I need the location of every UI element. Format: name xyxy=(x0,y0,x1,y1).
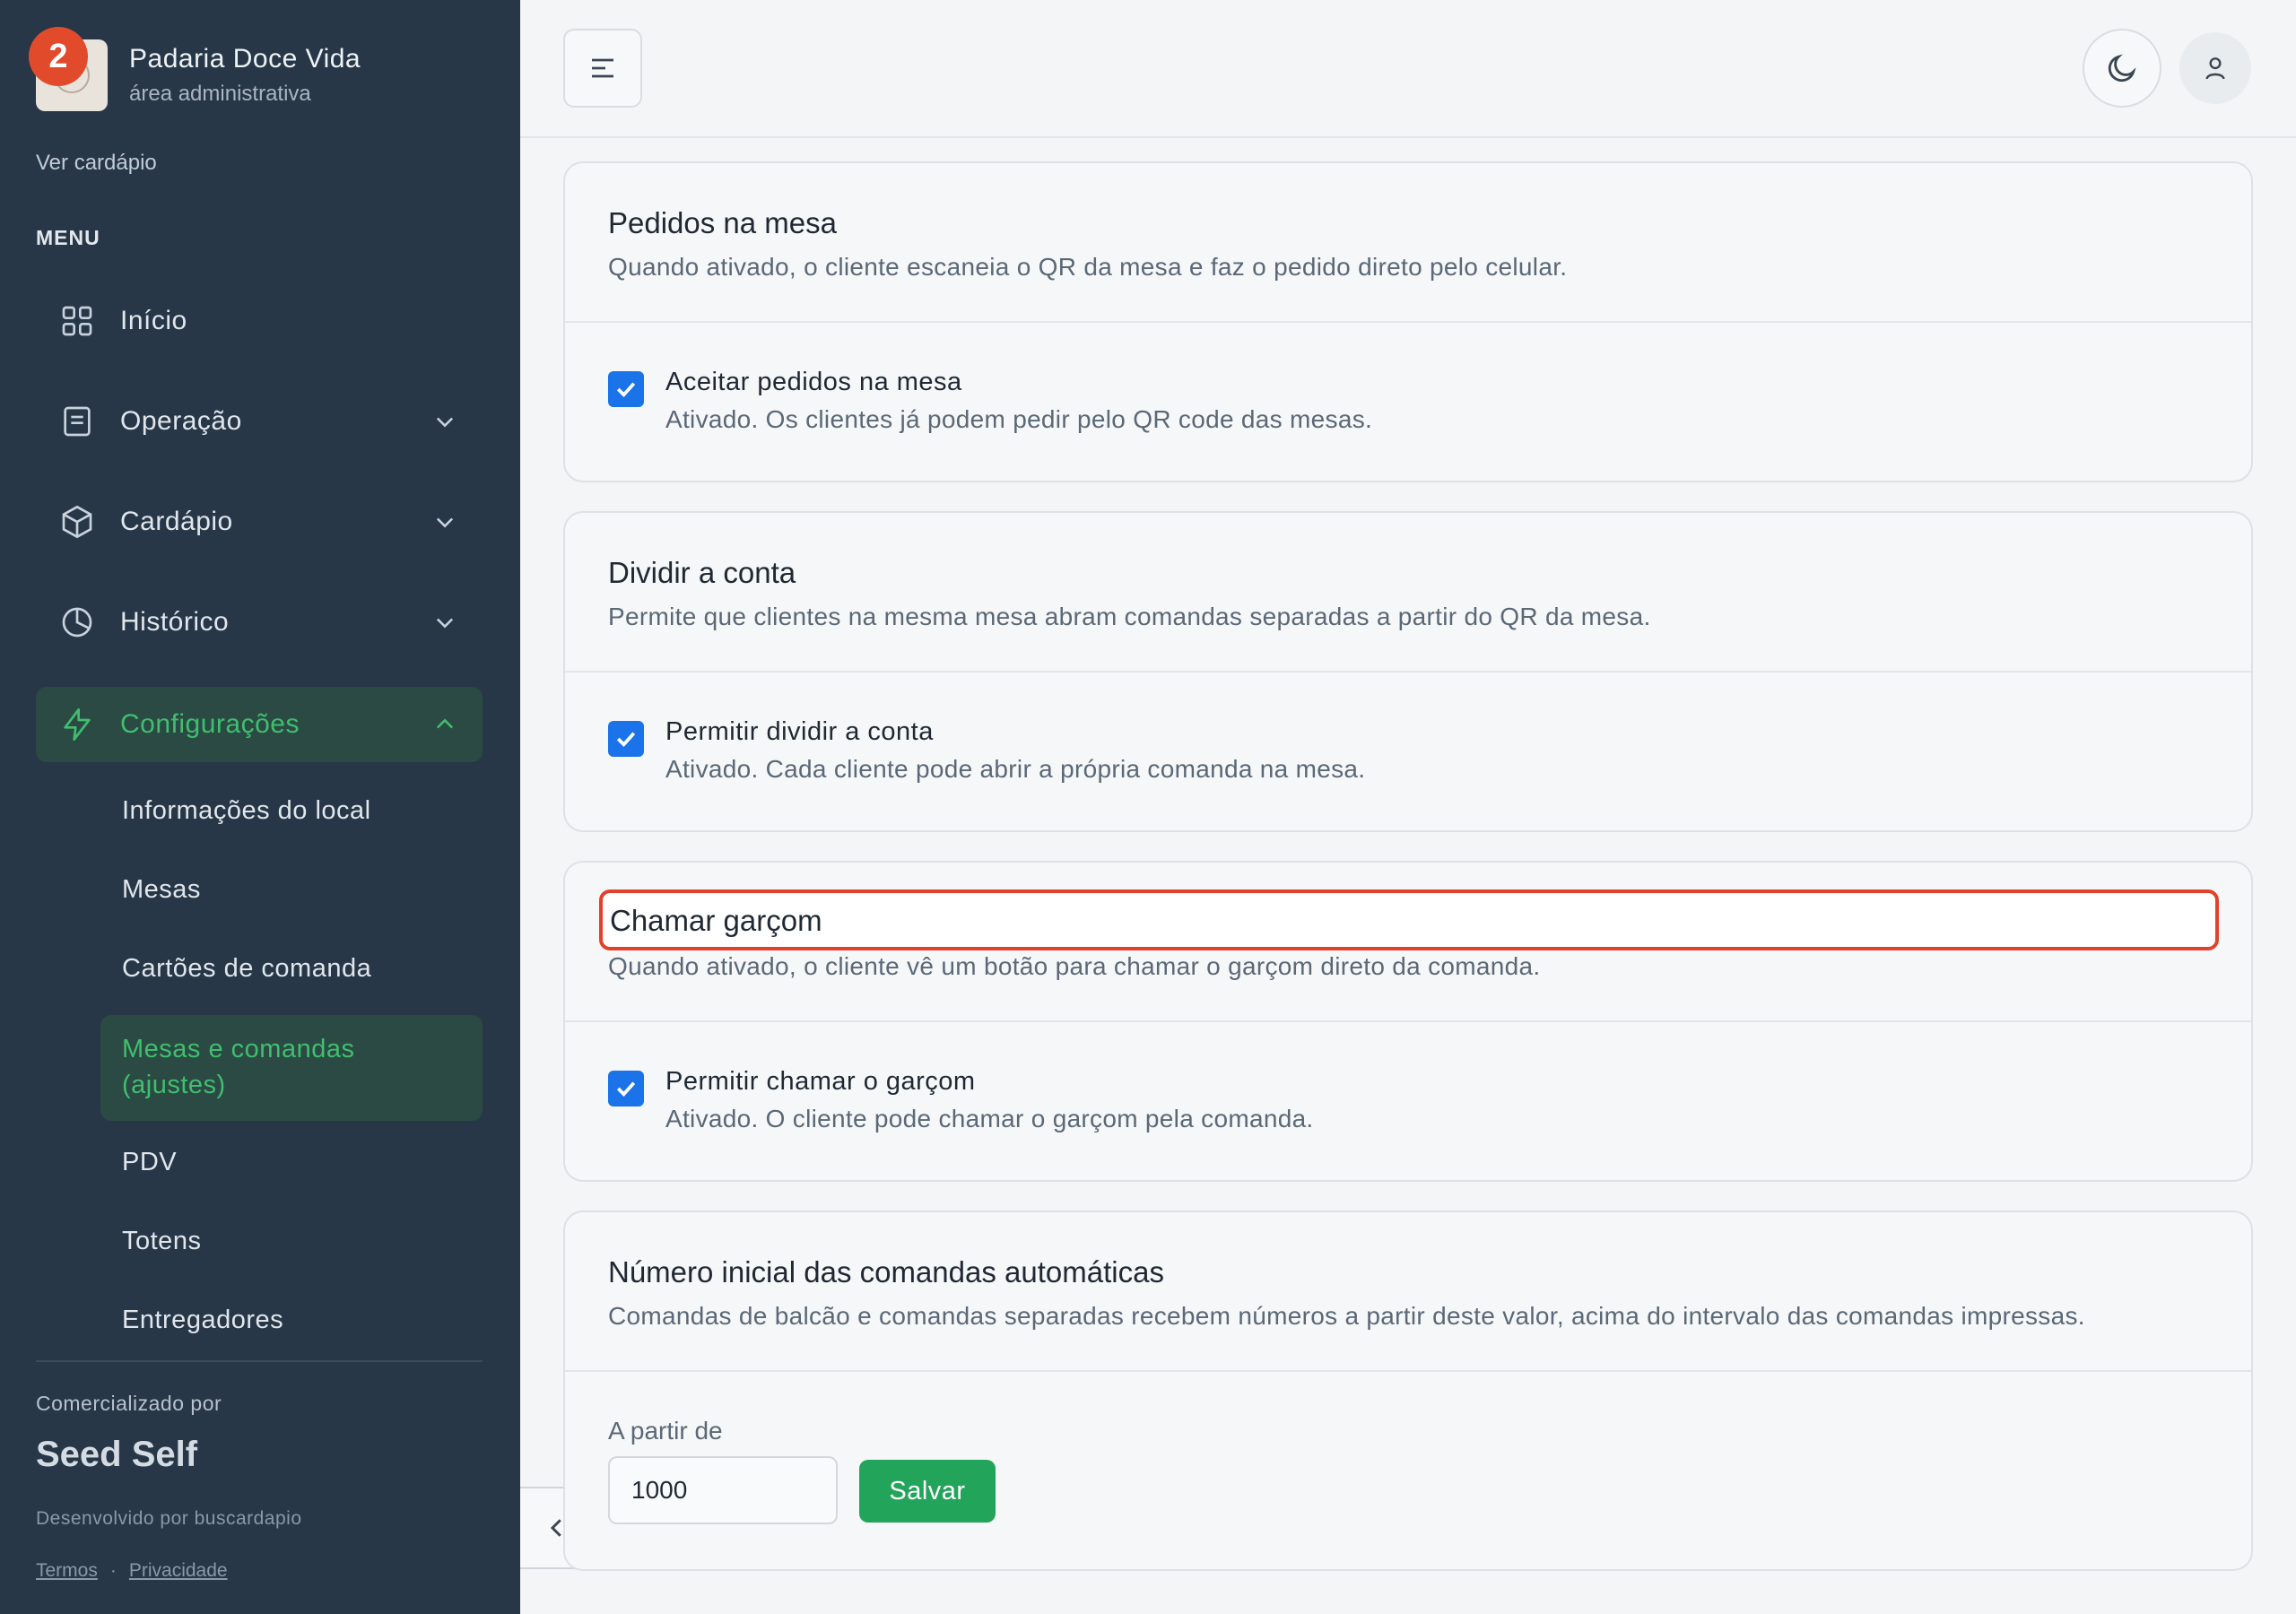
menu-toggle-button[interactable] xyxy=(563,29,642,108)
sidebar-item-historico[interactable]: Histórico xyxy=(36,585,483,660)
card-title: Dividir a conta xyxy=(608,556,796,589)
sidebar: 2 Padaria Doce Vida área administrativa … xyxy=(0,0,520,1614)
sidebar-subitem-pdv[interactable]: PDV xyxy=(122,1148,177,1177)
card-title: Chamar garçom xyxy=(610,904,822,937)
sidebar-divider xyxy=(36,1360,483,1362)
sidebar-subitem-mesas[interactable]: Mesas xyxy=(122,875,201,905)
card-description: Permite que clientes na mesma mesa abram… xyxy=(608,603,1651,630)
grid-icon xyxy=(57,301,97,341)
chamar-garcom-checkbox[interactable] xyxy=(608,1071,644,1106)
dividir-conta-checkbox[interactable] xyxy=(608,721,644,757)
checkbox-label[interactable]: Aceitar pedidos na mesa xyxy=(665,368,962,397)
notification-badge[interactable]: 2 xyxy=(29,27,88,86)
card-description: Quando ativado, o cliente vê um botão pa… xyxy=(608,952,1541,980)
sidebar-item-operacao[interactable]: Operação xyxy=(36,384,483,459)
check-icon xyxy=(616,1081,636,1097)
sidebar-item-inicio[interactable]: Início xyxy=(36,283,483,359)
card-title: Número inicial das comandas automáticas xyxy=(608,1255,1164,1289)
chevron-up-icon xyxy=(436,718,454,729)
sidebar-item-label: Operação xyxy=(120,406,242,436)
document-icon xyxy=(57,402,97,441)
comercializado-por: Comercializado por xyxy=(36,1392,222,1415)
menu-section-label: MENU xyxy=(36,226,100,249)
brand-name: Padaria Doce Vida xyxy=(129,44,361,74)
checkbox-description: Ativado. Os clientes já podem pedir pelo… xyxy=(665,405,1373,433)
ver-cardapio-link[interactable]: Ver cardápio xyxy=(36,151,157,176)
card-description: Quando ativado, o cliente escaneia o QR … xyxy=(608,253,1568,281)
highlight-box-chamar-garcom: Chamar garçom xyxy=(599,889,2219,950)
legal-links: Termos · Privacidade xyxy=(36,1560,228,1582)
check-icon xyxy=(616,382,636,397)
sidebar-subitem-informacoes[interactable]: Informações do local xyxy=(122,796,371,826)
checkbox-description: Ativado. Cada cliente pode abrir a própr… xyxy=(665,755,1366,783)
checkbox-description: Ativado. O cliente pode chamar o garçom … xyxy=(665,1105,1314,1132)
sidebar-item-cardapio[interactable]: Cardápio xyxy=(36,484,483,560)
seed-self-logo: Seed Self xyxy=(36,1435,198,1474)
moon-icon xyxy=(2108,54,2136,82)
box-icon xyxy=(57,502,97,542)
card-numero-inicial: Número inicial das comandas automáticas … xyxy=(563,1210,2253,1571)
brand-subtitle: área administrativa xyxy=(129,82,311,106)
sidebar-item-label: Início xyxy=(120,306,187,335)
card-pedidos-na-mesa: Pedidos na mesa Quando ativado, o client… xyxy=(563,161,2253,482)
sidebar-subitem-cartoes[interactable]: Cartões de comanda xyxy=(122,954,371,984)
save-button[interactable]: Salvar xyxy=(859,1460,996,1523)
brand-logo: 2 xyxy=(29,27,108,111)
legal-separator: · xyxy=(109,1560,117,1581)
desenvolvido-por: Desenvolvido por buscardapio xyxy=(36,1508,302,1529)
brand[interactable]: 2 Padaria Doce Vida área administrativa xyxy=(29,27,361,111)
sidebar-subitem-mesas-comandas-ajustes[interactable]: Mesas e comandas (ajustes) xyxy=(100,1015,483,1121)
menu-lines-icon xyxy=(592,58,613,78)
numero-inicial-label: A partir de xyxy=(608,1417,723,1445)
checkbox-label[interactable]: Permitir dividir a conta xyxy=(665,717,934,747)
chevron-down-icon xyxy=(436,517,454,528)
termos-link[interactable]: Termos xyxy=(36,1560,98,1581)
sidebar-item-label: Histórico xyxy=(120,607,230,637)
checkbox-label[interactable]: Permitir chamar o garçom xyxy=(665,1067,976,1097)
sidebar-subitem-totens[interactable]: Totens xyxy=(122,1227,201,1256)
user-icon xyxy=(2205,57,2225,80)
card-divider xyxy=(565,1020,2251,1022)
user-menu-button[interactable] xyxy=(2179,32,2251,104)
card-divider xyxy=(565,671,2251,672)
card-divider xyxy=(565,1370,2251,1372)
sidebar-item-configuracoes[interactable]: Configurações xyxy=(36,687,483,762)
sidebar-item-label: Cardápio xyxy=(120,507,233,536)
card-description: Comandas de balcão e comandas separadas … xyxy=(608,1302,2085,1330)
pie-chart-icon xyxy=(57,603,97,642)
aceitar-pedidos-checkbox[interactable] xyxy=(608,371,644,407)
numero-inicial-input[interactable] xyxy=(608,1456,838,1524)
sidebar-subitem-entregadores[interactable]: Entregadores xyxy=(122,1306,283,1335)
sidebar-item-label: Configurações xyxy=(120,709,300,739)
card-divider xyxy=(565,321,2251,323)
bolt-icon xyxy=(57,705,97,744)
check-icon xyxy=(616,732,636,747)
chevron-down-icon xyxy=(436,618,454,629)
chevron-down-icon xyxy=(436,417,454,428)
card-title: Pedidos na mesa xyxy=(608,206,837,239)
theme-toggle-button[interactable] xyxy=(2083,29,2161,108)
privacidade-link[interactable]: Privacidade xyxy=(129,1560,228,1581)
card-dividir-a-conta: Dividir a conta Permite que clientes na … xyxy=(563,511,2253,832)
top-header xyxy=(520,0,2296,138)
